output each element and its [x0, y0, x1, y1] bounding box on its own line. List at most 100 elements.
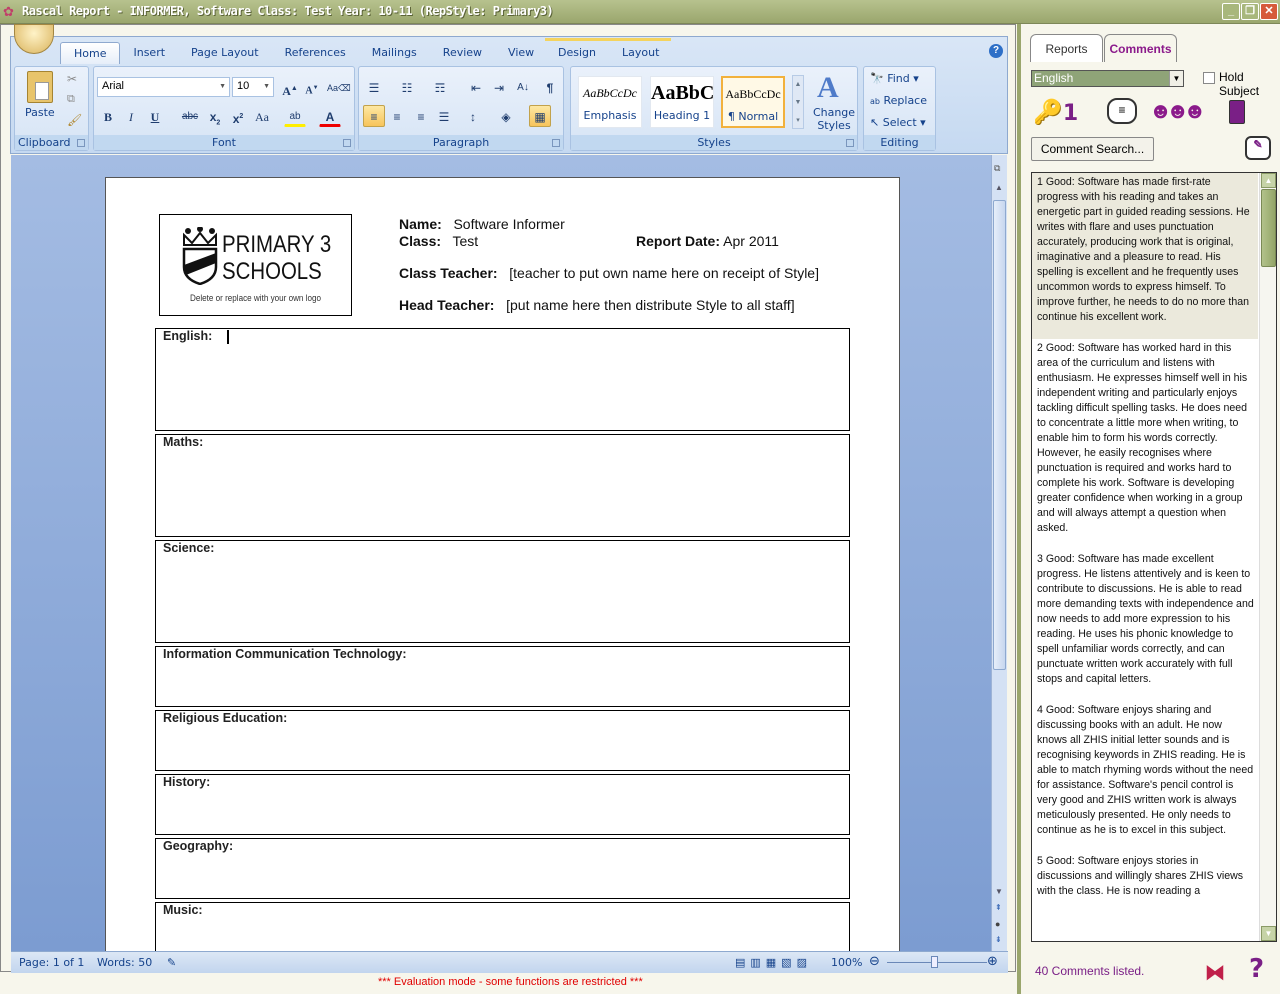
tab-mailings[interactable]: Mailings: [359, 42, 430, 64]
subject-box-music[interactable]: Music:: [155, 902, 850, 951]
subject-box-history[interactable]: History:: [155, 774, 850, 835]
view-ruler-icon[interactable]: ⧉: [994, 163, 1000, 174]
tab-comments[interactable]: Comments: [1104, 34, 1177, 62]
show-formatting-icon[interactable]: ¶: [539, 76, 561, 98]
document-page[interactable]: PRIMARY 3 SCHOOLS Delete or replace with …: [105, 177, 900, 951]
align-left-icon[interactable]: ≡: [363, 105, 385, 127]
clear-formatting-icon[interactable]: Aa⌫: [326, 76, 351, 98]
cut-icon[interactable]: ✂: [67, 72, 77, 86]
multilevel-list-icon[interactable]: ☶: [429, 76, 451, 98]
help-icon[interactable]: ?: [989, 44, 1003, 58]
mood-faces-icon[interactable]: ☻☻☻: [1149, 98, 1207, 124]
font-size-combo[interactable]: 10 ▼: [232, 77, 274, 97]
styles-scroll[interactable]: ▲ ▼ ▾: [792, 75, 804, 129]
paste-button[interactable]: Paste: [25, 106, 55, 119]
view-buttons[interactable]: ▤▥▦▧▨: [735, 956, 812, 969]
scroll-down-icon[interactable]: ▼: [1261, 926, 1276, 941]
find-button[interactable]: 🔭 Find ▾: [870, 72, 919, 85]
align-center-icon[interactable]: ≡: [386, 105, 408, 127]
comment-item[interactable]: 4 Good: Software enjoys sharing and disc…: [1032, 701, 1258, 852]
comments-scroll-thumb[interactable]: [1261, 189, 1276, 267]
comment-item[interactable]: 2 Good: Software has worked hard in this…: [1032, 339, 1258, 550]
comments-scrollbar[interactable]: ▲ ▼: [1259, 173, 1276, 941]
decrease-indent-icon[interactable]: ⇤: [465, 76, 487, 98]
sort-icon[interactable]: A↓: [512, 76, 534, 98]
subject-box-english[interactable]: English:: [155, 328, 850, 431]
puzzle-icon[interactable]: ⧓: [1205, 960, 1225, 985]
font-color-icon[interactable]: A: [319, 105, 341, 127]
proofing-icon[interactable]: ✎: [167, 956, 176, 969]
subject-box-geography[interactable]: Geography:: [155, 838, 850, 899]
change-case-icon[interactable]: Aa: [251, 105, 273, 127]
borders-icon[interactable]: ▦: [529, 105, 551, 127]
paragraph-launcher-icon[interactable]: [552, 139, 560, 147]
comment-item[interactable]: 1 Good: Software has made first-rate pro…: [1032, 173, 1258, 339]
strikethrough-icon[interactable]: abc: [179, 105, 201, 127]
document-scrollbar[interactable]: ⧉ ▲ ▼ ⇞ ● ⇟: [991, 155, 1007, 951]
copy-icon[interactable]: ⧉: [67, 93, 75, 106]
line-spacing-icon[interactable]: ↕: [462, 105, 484, 127]
subject-select[interactable]: English ▼: [1031, 70, 1184, 87]
tab-layout[interactable]: Layout: [609, 41, 672, 63]
style-normal[interactable]: AaBbCcDc ¶ Normal: [721, 76, 785, 128]
subject-box-maths[interactable]: Maths:: [155, 434, 850, 537]
key-rank-icon[interactable]: 🔑1: [1033, 98, 1078, 127]
tab-view[interactable]: View: [495, 42, 547, 64]
scroll-up-icon[interactable]: ▲: [995, 183, 1003, 192]
replace-button[interactable]: ab Replace: [870, 94, 927, 107]
font-name-combo[interactable]: Arial ▼: [97, 77, 230, 97]
subject-box-ict[interactable]: Information Communication Technology:: [155, 646, 850, 707]
maximize-button[interactable]: ❐: [1241, 3, 1259, 20]
tab-reports[interactable]: Reports: [1030, 34, 1103, 62]
change-styles-button[interactable]: Change Styles: [811, 106, 857, 132]
subject-box-science[interactable]: Science:: [155, 540, 850, 643]
scroll-down-icon[interactable]: ▼: [995, 887, 1003, 896]
comments-list[interactable]: 1 Good: Software has made first-rate pro…: [1031, 172, 1277, 942]
previous-page-icon[interactable]: ⇞: [995, 903, 1002, 912]
ink-bottle-icon[interactable]: [1229, 100, 1245, 124]
style-heading-1[interactable]: AaBbC Heading 1: [650, 76, 714, 128]
increase-indent-icon[interactable]: ⇥: [488, 76, 510, 98]
shading-icon[interactable]: ◈: [495, 105, 517, 127]
next-page-icon[interactable]: ⇟: [995, 935, 1002, 944]
zoom-slider-handle[interactable]: [931, 956, 938, 968]
comment-item[interactable]: 3 Good: Software has made excellent prog…: [1032, 550, 1258, 701]
subject-box-religious-education[interactable]: Religious Education:: [155, 710, 850, 771]
help-question-icon[interactable]: ?: [1249, 954, 1264, 984]
zoom-in-icon[interactable]: ⊕: [987, 954, 998, 969]
browse-object-icon[interactable]: ●: [995, 919, 1000, 929]
scroll-up-icon[interactable]: ▲: [1261, 173, 1276, 188]
font-launcher-icon[interactable]: [343, 139, 351, 147]
italic-icon[interactable]: I: [120, 105, 142, 127]
tab-page-layout[interactable]: Page Layout: [178, 42, 272, 64]
word-count[interactable]: Words: 50: [97, 956, 152, 969]
align-right-icon[interactable]: ≡: [410, 105, 432, 127]
numbering-icon[interactable]: ☷: [396, 76, 418, 98]
clipboard-launcher-icon[interactable]: [77, 139, 85, 147]
shrink-font-icon[interactable]: A▼: [301, 76, 323, 98]
zoom-level[interactable]: 100%: [831, 956, 862, 969]
school-logo[interactable]: PRIMARY 3 SCHOOLS Delete or replace with …: [159, 214, 352, 316]
bullets-icon[interactable]: ☰: [363, 76, 385, 98]
justify-icon[interactable]: ☰: [433, 105, 455, 127]
comment-search-button[interactable]: Comment Search...: [1031, 137, 1154, 161]
page-count[interactable]: Page: 1 of 1: [19, 956, 84, 969]
close-button[interactable]: ✕: [1260, 3, 1278, 20]
style-emphasis[interactable]: AaBbCcDc Emphasis: [578, 76, 642, 128]
minimize-button[interactable]: _: [1222, 3, 1240, 20]
select-button[interactable]: ↖ Select ▾: [870, 116, 926, 129]
tab-review[interactable]: Review: [430, 42, 495, 64]
tab-references[interactable]: References: [272, 42, 359, 64]
hold-subject-checkbox[interactable]: [1203, 72, 1215, 84]
superscript-icon[interactable]: x2: [227, 105, 249, 127]
highlight-icon[interactable]: ab: [284, 105, 306, 127]
speech-bubbles-icon[interactable]: ≡: [1107, 98, 1137, 124]
comment-item[interactable]: 5 Good: Software enjoys stories in discu…: [1032, 852, 1258, 913]
grow-font-icon[interactable]: A▲: [279, 76, 301, 98]
tab-home[interactable]: Home: [60, 42, 121, 64]
comment-edit-icon[interactable]: ✎: [1245, 136, 1271, 160]
scroll-thumb[interactable]: [993, 200, 1006, 670]
tab-insert[interactable]: Insert: [120, 42, 178, 64]
subscript-icon[interactable]: x2: [204, 105, 226, 127]
tab-design[interactable]: Design: [545, 41, 609, 63]
